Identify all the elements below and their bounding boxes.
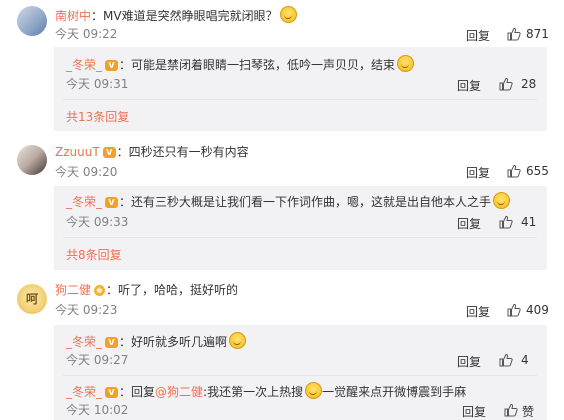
username-link[interactable]: 南树中 <box>55 9 91 23</box>
vip-badge-icon: V <box>105 197 119 208</box>
reply-button[interactable]: 回复 <box>466 164 490 181</box>
username-link[interactable]: _冬荣_ <box>66 58 102 72</box>
reply-text-line: _冬荣_ V ：好听就多听几遍啊 <box>66 332 247 350</box>
reply-button[interactable]: 回复 <box>462 403 486 420</box>
reply-text: :我还第一次上热搜 <box>203 385 304 399</box>
reply-time: 今天 10:02 <box>66 403 129 417</box>
username-link[interactable]: _冬荣_ <box>66 335 102 349</box>
reply-text: 一觉醒来点开微博震到手麻 <box>322 385 467 399</box>
comment-text-line: 狗二健 ♚ ：听了，哈哈，挺好听的 <box>55 282 238 298</box>
username-link[interactable]: 狗二健 <box>55 283 91 297</box>
emoji-icon <box>305 382 323 399</box>
comment-time: 今天 09:23 <box>55 303 118 317</box>
reply-button[interactable]: 回复 <box>457 353 481 370</box>
reply-text: ：还有三秒大概是让我们看一下作词作曲，嗯，这就是出自他本人之手 <box>119 195 492 209</box>
reply-text: ：好听就多听几遍啊 <box>119 335 228 349</box>
like-count: 28 <box>521 77 537 91</box>
comment-text: ：MV难道是突然睁眼唱完就闭眼？ <box>91 9 278 23</box>
reply-box: _冬荣_ V ：好听就多听几遍啊 今天 09:27 回复 4 _冬荣_ V ：回复@狗二… <box>54 325 547 420</box>
reply-button[interactable]: 回复 <box>466 303 490 320</box>
emoji-icon <box>279 6 297 23</box>
comment-time: 今天 09:22 <box>55 27 118 41</box>
comment-text: ：听了，哈哈，挺好听的 <box>106 283 239 297</box>
divider <box>63 99 537 100</box>
emoji-icon <box>229 332 247 349</box>
thumbs-up-icon[interactable] <box>504 403 518 417</box>
reply-button[interactable]: 回复 <box>457 215 481 232</box>
vip-badge-icon: V <box>105 337 119 348</box>
comment-text-line: 南树中：MV难道是突然睁眼唱完就闭眼？ <box>55 6 297 24</box>
reply-text-line: _冬荣_ V ：可能是禁闭着眼睛一扫琴弦，低吟一声贝贝，结束 <box>66 55 415 73</box>
reply-box: _冬荣_ V ：还有三秒大概是让我们看一下作词作曲，嗯，这就是出自他本人之手 今天 … <box>54 186 547 270</box>
thumbs-up-icon[interactable] <box>499 77 513 91</box>
avatar[interactable]: 呵 <box>17 284 47 314</box>
thumbs-up-icon[interactable] <box>499 215 513 229</box>
like-count: 871 <box>526 27 549 41</box>
avatar-text: 呵 <box>25 292 38 306</box>
reply-time: 今天 09:31 <box>66 77 129 91</box>
emoji-icon <box>493 192 511 209</box>
divider <box>63 237 537 238</box>
like-count: 409 <box>526 303 549 317</box>
username-link[interactable]: ZzuuuT <box>55 145 100 159</box>
thumbs-up-icon[interactable] <box>499 353 513 367</box>
like-count: 41 <box>521 215 537 229</box>
comment-text: ：四秒还只有一秒有内容 <box>116 145 249 159</box>
member-badge-icon: ♚ <box>94 285 106 296</box>
thumbs-up-icon[interactable] <box>507 303 521 317</box>
reply-button[interactable]: 回复 <box>457 77 481 94</box>
vip-badge-icon: V <box>105 387 119 398</box>
divider <box>63 375 537 376</box>
comment-text-line: ZzuuuT V ：四秒还只有一秒有内容 <box>55 144 249 160</box>
comment-time: 今天 09:20 <box>55 165 118 179</box>
like-count: 4 <box>521 353 529 367</box>
avatar[interactable] <box>17 6 47 36</box>
reply-text: ：可能是禁闭着眼睛一扫琴弦，低吟一声贝贝，结束 <box>119 58 396 72</box>
reply-time: 今天 09:33 <box>66 215 129 229</box>
more-replies-link[interactable]: 共8条回复 <box>66 246 122 263</box>
reply-text-line: _冬荣_ V ：还有三秒大概是让我们看一下作词作曲，嗯，这就是出自他本人之手 <box>66 192 511 210</box>
reply-text-line: _冬荣_ V ：回复@狗二健:我还第一次上热搜 一觉醒来点开微博震到手麻 <box>66 382 466 400</box>
vip-badge-icon: V <box>105 60 119 71</box>
like-count: 655 <box>526 164 549 178</box>
username-link[interactable]: _冬荣_ <box>66 385 102 399</box>
reply-box: _冬荣_ V ：可能是禁闭着眼睛一扫琴弦，低吟一声贝贝，结束 今天 09:31 回复… <box>54 47 547 131</box>
thumbs-up-icon[interactable] <box>507 164 521 178</box>
like-label[interactable]: 赞 <box>522 403 534 420</box>
vip-badge-icon: V <box>102 147 116 158</box>
avatar[interactable] <box>17 145 47 175</box>
thumbs-up-icon[interactable] <box>507 27 521 41</box>
reply-text: ：回复 <box>119 385 156 399</box>
reply-time: 今天 09:27 <box>66 353 129 367</box>
more-replies-link[interactable]: 共13条回复 <box>66 108 129 125</box>
reply-button[interactable]: 回复 <box>466 27 490 44</box>
emoji-icon <box>397 55 415 72</box>
mention-link[interactable]: @狗二健 <box>155 385 203 399</box>
username-link[interactable]: _冬荣_ <box>66 195 102 209</box>
